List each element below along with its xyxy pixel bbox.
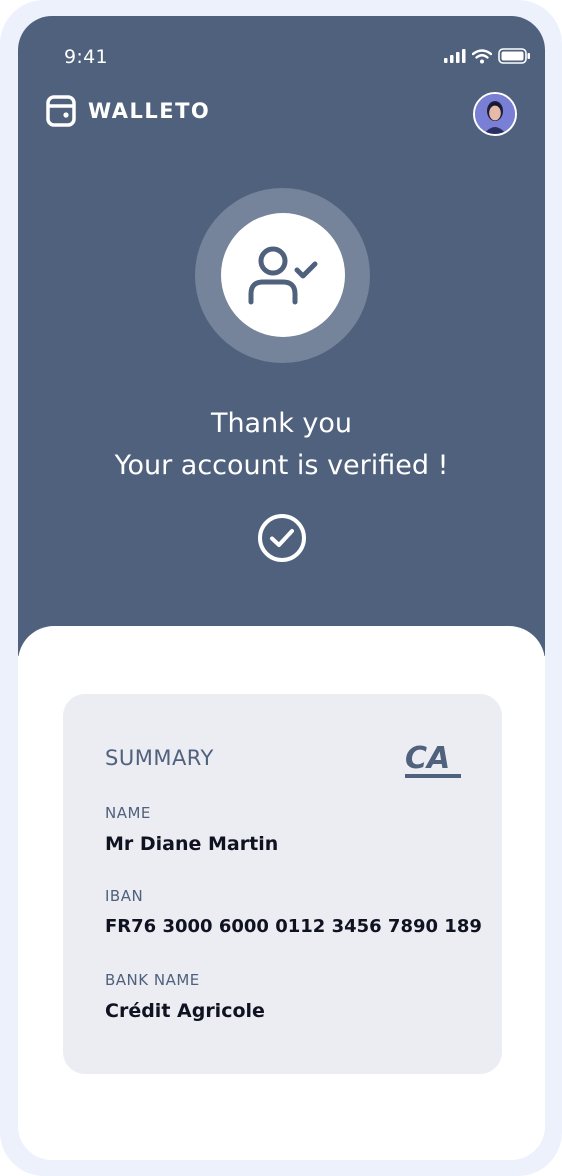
summary-sheet: SUMMARY CA NAME Mr Diane Martin IBAN FR7… bbox=[18, 626, 545, 1160]
summary-title: SUMMARY bbox=[105, 746, 214, 770]
iban-value: FR76 3000 6000 0112 3456 7890 189 bbox=[105, 916, 482, 937]
user-verified-icon bbox=[248, 246, 318, 305]
avatar[interactable] bbox=[473, 92, 517, 136]
device-frame: 9:41 WALLETO Thank you Your account is v… bbox=[0, 0, 562, 1176]
status-icons bbox=[444, 48, 531, 64]
summary-card: SUMMARY CA NAME Mr Diane Martin IBAN FR7… bbox=[63, 694, 502, 1074]
bank-logo-icon: CA bbox=[405, 741, 461, 778]
wallet-logo-icon bbox=[46, 95, 76, 127]
verification-hero: 9:41 WALLETO Thank you Your account is v… bbox=[18, 16, 545, 656]
app-screen: 9:41 WALLETO Thank you Your account is v… bbox=[18, 16, 545, 1160]
verified-badge-inner bbox=[221, 213, 345, 337]
bank-logo-text: CA bbox=[405, 741, 450, 776]
signal-icon bbox=[444, 49, 466, 63]
verified-badge bbox=[195, 188, 370, 363]
battery-icon bbox=[498, 48, 530, 64]
brand-name: WALLETO bbox=[88, 99, 211, 123]
thank-you-heading: Thank you bbox=[210, 408, 353, 439]
verified-message: Your account is verified ! bbox=[114, 450, 449, 481]
check-circle-icon bbox=[258, 514, 306, 562]
name-value: Mr Diane Martin bbox=[105, 833, 279, 855]
status-time: 9:41 bbox=[64, 46, 108, 68]
bank-name-value: Crédit Agricole bbox=[105, 1000, 265, 1022]
name-label: NAME bbox=[105, 804, 151, 822]
bank-name-label: BANK NAME bbox=[105, 971, 200, 989]
iban-label: IBAN bbox=[105, 887, 144, 905]
brand: WALLETO bbox=[46, 95, 210, 127]
wifi-icon bbox=[472, 48, 492, 63]
profile-photo-icon bbox=[475, 94, 515, 134]
